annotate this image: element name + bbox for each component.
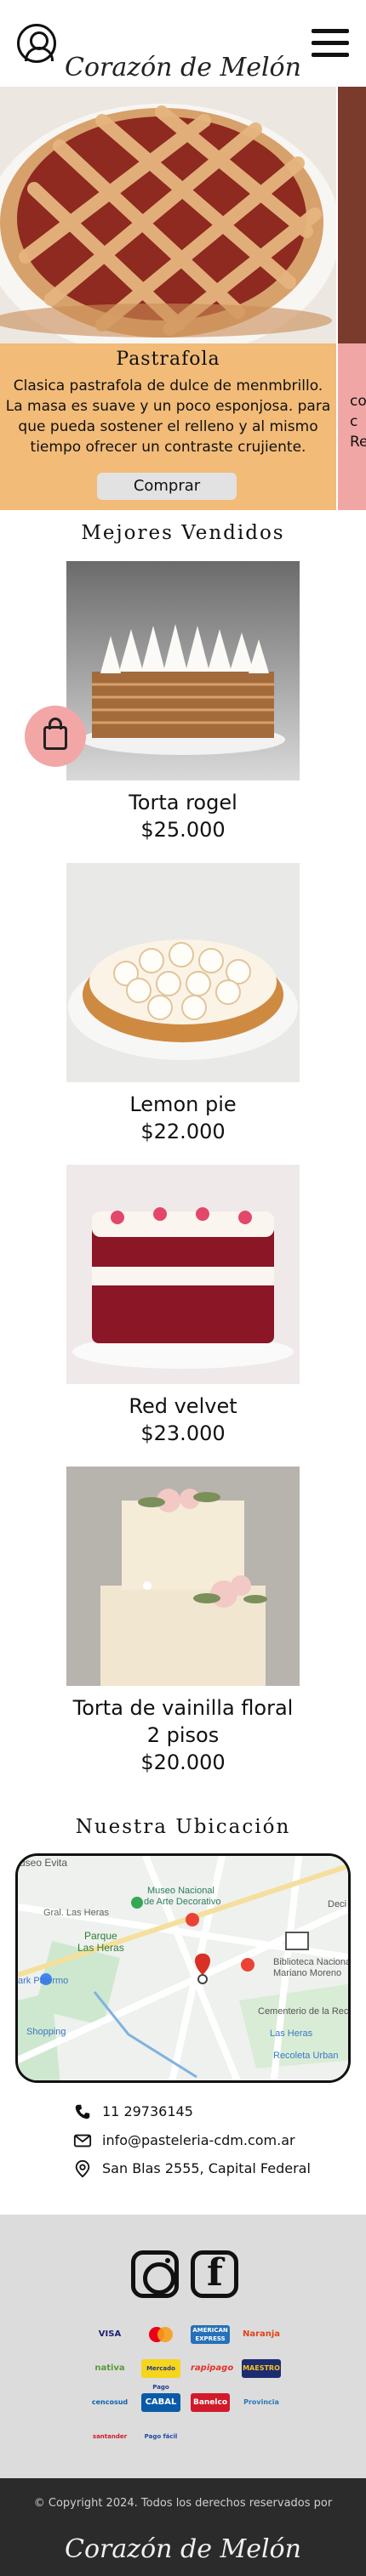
- footer-bottom: © Copyright 2024. Todos los derechos res…: [0, 2478, 366, 2576]
- product-name: Red velvet: [129, 1394, 237, 1418]
- product-price: $23.000: [140, 1421, 226, 1445]
- instagram-icon[interactable]: [131, 2250, 179, 2298]
- product-name: Lemon pie: [129, 1092, 237, 1116]
- product-card[interactable]: Torta de vainilla floral 2 pisos $20.000: [66, 1467, 300, 1776]
- product-card[interactable]: Lemon pie $22.000: [66, 863, 300, 1145]
- product-price: $25.000: [140, 818, 226, 842]
- location-map[interactable]: useo Evita Museo Nacional de Arte Decora…: [15, 1853, 351, 2083]
- pastafrola-image: [0, 87, 336, 343]
- hero-carousel[interactable]: Pastrafola Clasica pastrafola de dulce d…: [0, 87, 366, 510]
- next-slide-text-1: co: [350, 393, 366, 410]
- naranja-logo: Naranja: [242, 2329, 281, 2339]
- provincia-logo: Provincia: [243, 2398, 279, 2406]
- mastercard-logo: [141, 2325, 180, 2344]
- map-label: Biblioteca Nacional: [273, 1957, 351, 1967]
- product-name: Torta de vainilla floral 2 pisos: [72, 1696, 294, 1747]
- copyright-text: © Copyright 2024. Todos los derechos res…: [33, 2497, 333, 2510]
- next-slide-image: [338, 87, 366, 343]
- site-header: Corazón de Melón: [0, 0, 366, 87]
- buy-button[interactable]: Comprar: [97, 473, 237, 500]
- phone-icon: [75, 2104, 90, 2119]
- product-name: Torta rogel: [129, 791, 237, 814]
- banelco-logo: Banelco: [191, 2393, 230, 2412]
- email-icon: [73, 2134, 92, 2148]
- hero-card: Pastrafola Clasica pastrafola de dulce d…: [0, 343, 336, 510]
- pagofacil-logo: Pago fácil: [144, 2433, 178, 2440]
- map-label: de Arte Decorativo: [144, 1897, 221, 1907]
- map-label: Parque: [84, 1930, 117, 1942]
- cencosud-logo: cencosud: [91, 2398, 129, 2406]
- hero-title: Pastrafola: [116, 349, 220, 370]
- next-slide-text-3: Re: [350, 434, 366, 451]
- red-velvet-image[interactable]: [66, 1165, 300, 1384]
- map-label: Museo Nacional: [147, 1886, 214, 1896]
- map-label: useo Evita: [20, 1857, 67, 1869]
- contact-email[interactable]: info@pasteleria-cdm.com.ar: [102, 2132, 295, 2148]
- maestro-logo: MAESTRO: [242, 2359, 281, 2378]
- rapipago-logo: rapipago: [191, 2363, 234, 2373]
- mercadopago-logo: Mercado Pago: [141, 2359, 180, 2391]
- location-pin-icon: [75, 2159, 90, 2178]
- map-label: Shopping: [26, 2027, 66, 2037]
- product-price: $22.000: [140, 1120, 226, 1143]
- map-label: Gral. Las Heras: [43, 1908, 110, 1918]
- map-label: Mariano Moreno: [273, 1968, 341, 1978]
- location-title: Nuestra Ubicación: [75, 1816, 291, 1838]
- map-label: ark Palermo: [18, 1976, 68, 1986]
- product-price: $20.000: [140, 1750, 226, 1774]
- next-slide-card: co c Re: [338, 343, 366, 510]
- brand-logo[interactable]: Corazón de Melón: [0, 53, 366, 82]
- nativa-logo: nativa: [94, 2363, 125, 2373]
- santander-logo: santander: [92, 2433, 128, 2440]
- footer-brand[interactable]: Corazón de Melón: [0, 2534, 366, 2564]
- facebook-icon[interactable]: f: [191, 2250, 238, 2298]
- visa-logo: VISA: [98, 2329, 122, 2339]
- contact-phone[interactable]: 11 29736145: [102, 2103, 193, 2119]
- map-label: Las Heras: [270, 2028, 313, 2039]
- map-label: Recoleta Urban: [273, 2051, 338, 2061]
- cabal-logo: CABAL: [141, 2393, 180, 2412]
- map-label: Las Heras: [77, 1942, 124, 1954]
- contact-address[interactable]: San Blas 2555, Capital Federal: [102, 2160, 311, 2176]
- amex-logo: AMERICAN EXPRESS: [191, 2325, 230, 2344]
- product-card[interactable]: Torta rogel $25.000: [66, 561, 300, 843]
- next-slide-text-2: c: [350, 413, 358, 430]
- best-sellers-title: Mejores Vendidos: [81, 522, 285, 544]
- torta-rogel-image[interactable]: [66, 561, 300, 780]
- map-label: Deci: [328, 1899, 346, 1909]
- hero-slide: Pastrafola Clasica pastrafola de dulce d…: [0, 87, 336, 510]
- cart-button[interactable]: [25, 706, 86, 767]
- hero-description: Clasica pastrafola de dulce de menmbrill…: [5, 377, 331, 456]
- next-slide-peek[interactable]: co c Re: [338, 87, 366, 510]
- site-footer: f VISA AMERICAN EXPRESS Naranja nativa M…: [0, 2215, 366, 2478]
- vanilla-floral-cake-image[interactable]: [66, 1467, 300, 1686]
- lemon-pie-image[interactable]: [66, 863, 300, 1082]
- product-card[interactable]: Red velvet $23.000: [66, 1165, 300, 1447]
- map-label: Cementerio de la Recoleta: [258, 2006, 351, 2017]
